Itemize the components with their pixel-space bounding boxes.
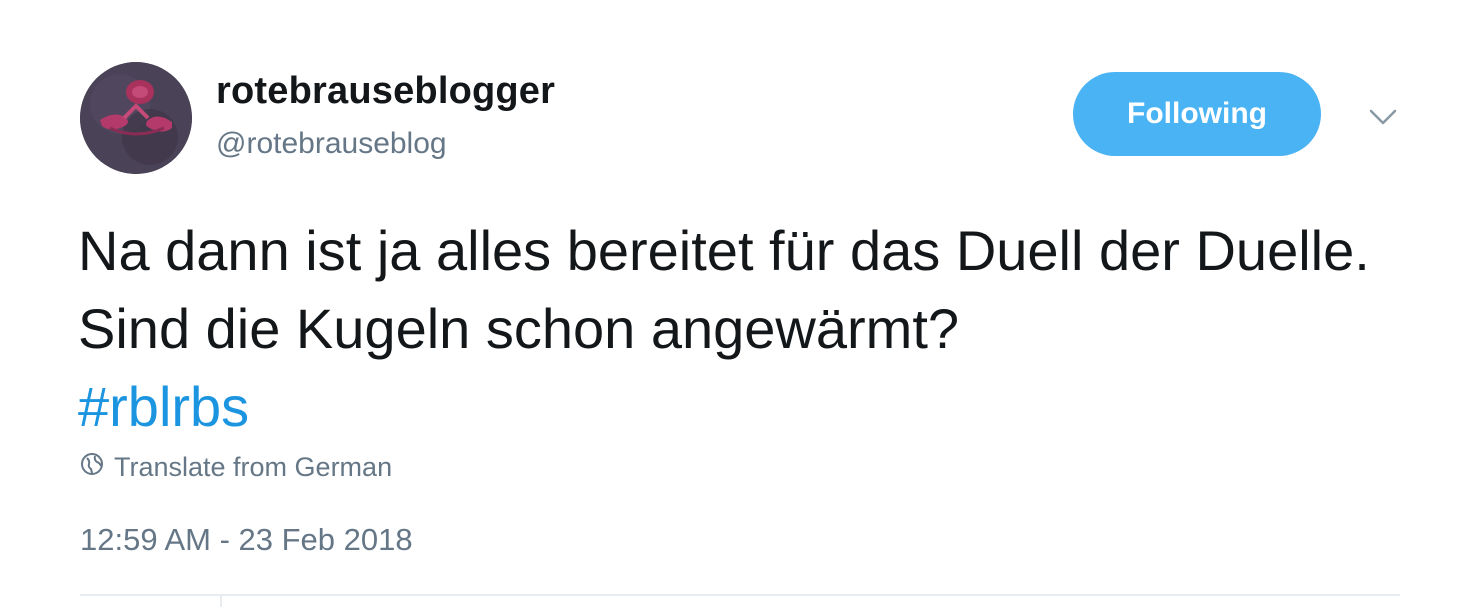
translate-link[interactable]: Translate from German [80,452,392,483]
avatar[interactable] [80,62,192,174]
globe-icon [80,452,104,483]
author-display-name[interactable]: rotebrauseblogger [216,70,555,113]
chevron-down-icon[interactable] [1366,104,1400,130]
translate-label: Translate from German [114,452,393,482]
following-button[interactable]: Following [1073,72,1321,156]
tweet-text: Na dann ist ja alles bereitet für das Du… [78,212,1398,446]
tweet-timestamp[interactable]: 12:59 AM - 23 Feb 2018 [80,522,413,558]
tweet-body: Na dann ist ja alles bereitet für das Du… [78,219,1370,360]
tweet-card: rotebrauseblogger @rotebrauseblog Follow… [0,0,1460,607]
divider [80,594,1400,596]
hashtag-link[interactable]: #rblrbs [78,375,249,438]
author-handle[interactable]: @rotebrauseblog [216,127,447,161]
divider-tick [220,594,222,607]
knitted-avatar-icon [80,62,192,174]
